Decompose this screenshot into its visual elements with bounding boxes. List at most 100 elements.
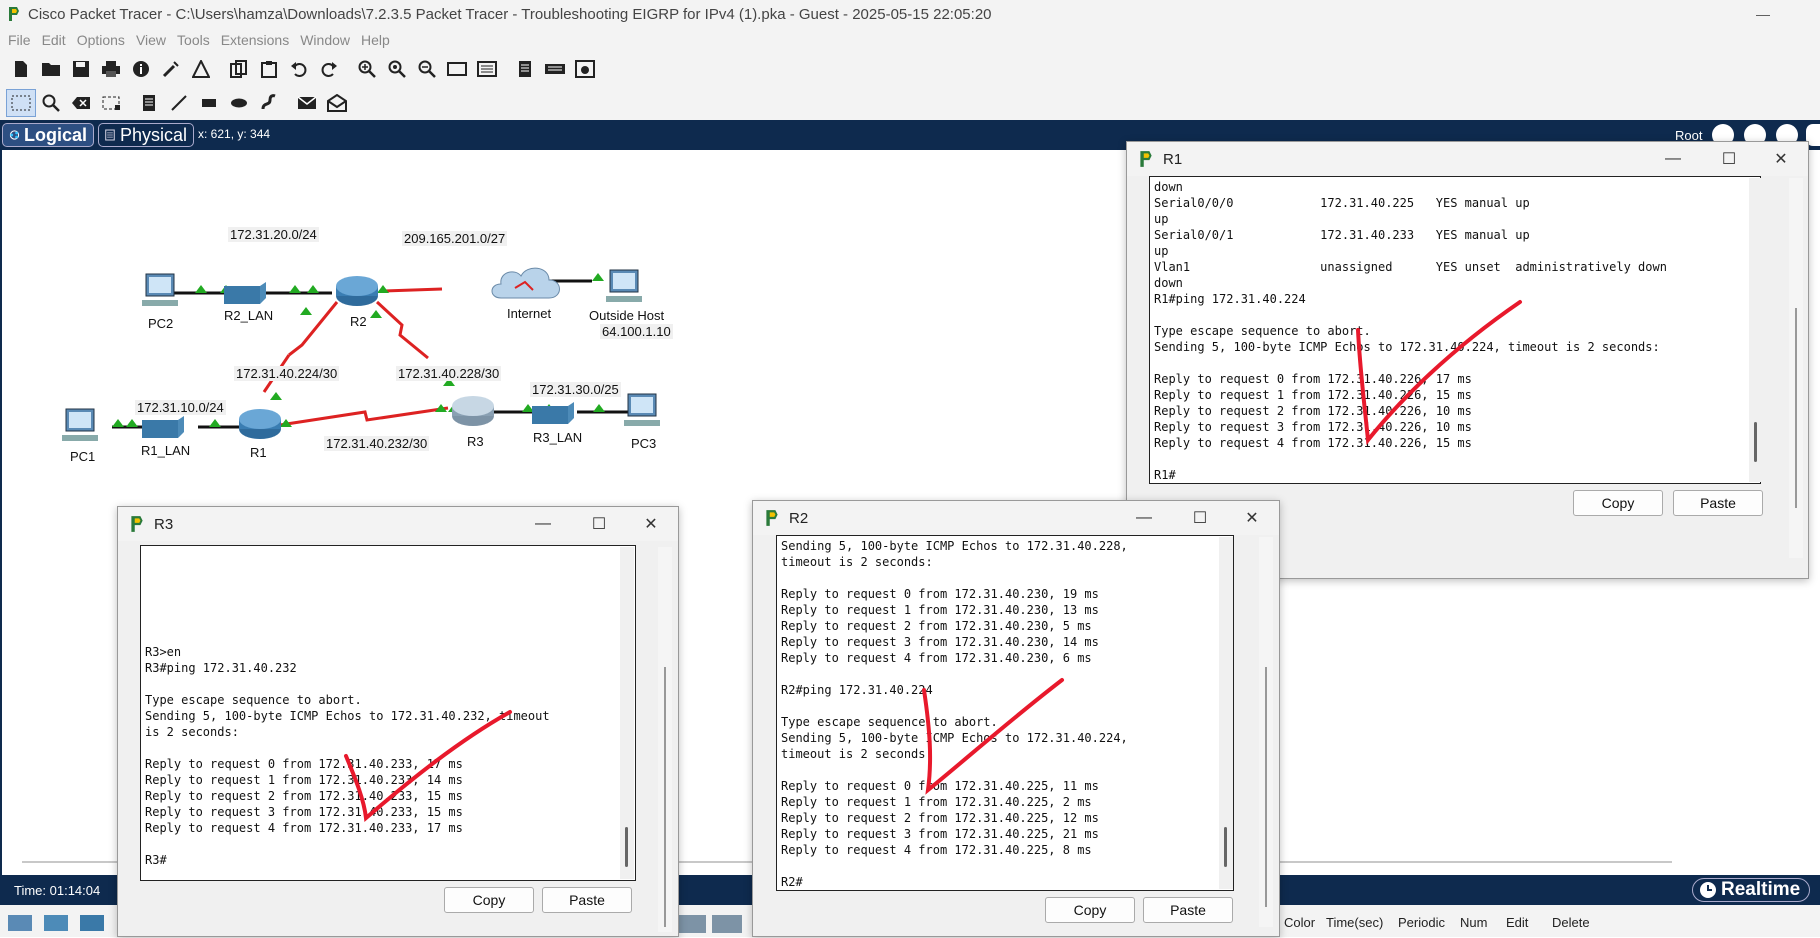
r2-router-icon[interactable] <box>334 274 380 308</box>
menu-view[interactable]: View <box>136 32 166 48</box>
close-icon[interactable]: ✕ <box>1229 501 1275 535</box>
close-icon[interactable]: ✕ <box>1758 142 1804 176</box>
zoom-in-icon[interactable] <box>352 55 382 83</box>
r2-terminal-scrollbar[interactable] <box>1219 537 1233 889</box>
r3-cli-window[interactable]: R3 — ☐ ✕ R3>en R3#ping 172.31.40.232 Type… <box>117 506 679 937</box>
draw-line-icon[interactable] <box>164 89 194 117</box>
freeform-icon[interactable] <box>254 89 284 117</box>
column-delete[interactable]: Delete <box>1552 915 1590 930</box>
add-complex-pdu-icon[interactable] <box>322 89 352 117</box>
network-info-icon[interactable] <box>570 55 600 83</box>
pc2-icon[interactable] <box>142 272 182 308</box>
zoom-reset-icon[interactable] <box>382 55 412 83</box>
device-label-outside-host: Outside Host <box>589 308 665 323</box>
menu-file[interactable]: File <box>8 32 31 48</box>
draw-rectangle-icon[interactable] <box>194 89 224 117</box>
terminal-line: Type escape sequence to abort. <box>781 715 998 729</box>
select-icon[interactable] <box>6 89 36 117</box>
r3-lan-switch-icon[interactable] <box>532 400 574 426</box>
r3-router-icon[interactable] <box>450 394 496 428</box>
r1-terminal[interactable]: down Serial0/0/0 172.31.40.225 YES manual… <box>1149 176 1761 484</box>
drawing-palette-icon[interactable] <box>442 55 472 83</box>
terminal-line: Reply to request 2 from 172.31.40.233, 1… <box>145 789 463 803</box>
pc3-icon[interactable] <box>624 392 664 428</box>
internet-cloud-icon[interactable] <box>487 260 567 304</box>
r2-terminal[interactable]: Sending 5, 100-byte ICMP Echos to 172.31… <box>776 535 1234 891</box>
place-note-icon[interactable] <box>134 89 164 117</box>
menu-extensions[interactable]: Extensions <box>221 32 289 48</box>
r3-paste-button[interactable]: Paste <box>542 887 632 913</box>
undo-icon[interactable] <box>284 55 314 83</box>
terminal-line: Reply to request 0 from 172.31.40.233, 1… <box>145 757 463 771</box>
add-simple-pdu-icon[interactable] <box>292 89 322 117</box>
outside-host-icon[interactable] <box>606 268 646 304</box>
column-edit[interactable]: Edit <box>1506 915 1528 930</box>
r2-paste-button[interactable]: Paste <box>1143 897 1233 923</box>
draw-ellipse-icon[interactable] <box>224 89 254 117</box>
r3-copy-button[interactable]: Copy <box>444 887 534 913</box>
r3-terminal[interactable]: R3>en R3#ping 172.31.40.232 Type escape s… <box>140 545 636 881</box>
menu-tools[interactable]: Tools <box>177 32 210 48</box>
column-color[interactable]: Color <box>1284 915 1315 930</box>
device-label-r3-lan: R3_LAN <box>533 430 583 445</box>
maximize-icon[interactable]: ☐ <box>1706 142 1752 176</box>
r1-copy-button[interactable]: Copy <box>1573 490 1663 516</box>
r2-window-scrollbar[interactable] <box>1259 537 1273 927</box>
copy-icon[interactable] <box>224 55 254 83</box>
maximize-icon[interactable]: ☐ <box>576 507 622 541</box>
device-templates-icon[interactable] <box>540 55 570 83</box>
r1-terminal-scrollbar[interactable] <box>1749 178 1763 482</box>
minimize-icon[interactable]: — <box>1650 142 1696 176</box>
inspect-icon[interactable] <box>36 89 66 117</box>
column-periodic[interactable]: Periodic <box>1398 915 1445 930</box>
terminal-line: Sending 5, 100-byte ICMP Echos to 172.31… <box>1154 340 1660 354</box>
menu-edit[interactable]: Edit <box>42 32 66 48</box>
menu-options[interactable]: Options <box>77 32 125 48</box>
device-type-icons[interactable] <box>4 909 114 935</box>
print-icon[interactable] <box>96 55 126 83</box>
custom-device-dialog-icon[interactable] <box>472 55 502 83</box>
info-icon[interactable] <box>126 55 156 83</box>
column-time[interactable]: Time(sec) <box>1326 915 1383 930</box>
physical-view-icon <box>105 129 115 141</box>
activity-wizard-icon[interactable] <box>156 55 186 83</box>
tab-physical[interactable]: Physical <box>98 123 194 147</box>
menu-help[interactable]: Help <box>361 32 390 48</box>
resize-shape-icon[interactable] <box>96 89 126 117</box>
minimize-icon[interactable]: — <box>1121 501 1167 535</box>
notes-icon[interactable] <box>510 55 540 83</box>
network-label-r2-lan: 172.31.20.0/24 <box>228 227 319 242</box>
custom-device-icon[interactable] <box>186 55 216 83</box>
zoom-out-icon[interactable] <box>412 55 442 83</box>
maximize-icon[interactable]: ☐ <box>1177 501 1223 535</box>
open-folder-icon[interactable] <box>36 55 66 83</box>
menu-window[interactable]: Window <box>300 32 350 48</box>
device-label-r2: R2 <box>350 314 367 329</box>
minimize-icon[interactable]: — <box>520 507 566 541</box>
r1-paste-button[interactable]: Paste <box>1673 490 1763 516</box>
close-icon[interactable]: ✕ <box>628 507 674 541</box>
r1-router-icon[interactable] <box>237 407 283 441</box>
r1-window-scrollbar[interactable] <box>1789 178 1803 558</box>
tab-logical[interactable]: Logical <box>2 123 94 147</box>
realtime-mode-button[interactable]: Realtime <box>1692 878 1810 902</box>
network-label-r2-r3: 172.31.40.228/30 <box>396 366 502 381</box>
paste-icon[interactable] <box>254 55 284 83</box>
r2-lan-switch-icon[interactable] <box>224 280 266 306</box>
terminal-line: is 2 seconds: <box>145 725 239 739</box>
column-num[interactable]: Num <box>1460 915 1487 930</box>
r2-cli-window[interactable]: R2 — ☐ ✕ Sending 5, 100-byte ICMP Echos … <box>752 500 1280 937</box>
r3-window-scrollbar[interactable] <box>658 547 672 932</box>
minimize-button[interactable]: — <box>1756 6 1780 22</box>
pc1-icon[interactable] <box>62 407 102 443</box>
new-file-icon[interactable] <box>6 55 36 83</box>
save-icon[interactable] <box>66 55 96 83</box>
r3-terminal-scrollbar[interactable] <box>620 547 634 879</box>
redo-icon[interactable] <box>314 55 344 83</box>
r2-copy-button[interactable]: Copy <box>1045 897 1135 923</box>
delete-icon[interactable] <box>66 89 96 117</box>
r1-lan-switch-icon[interactable] <box>142 414 184 440</box>
